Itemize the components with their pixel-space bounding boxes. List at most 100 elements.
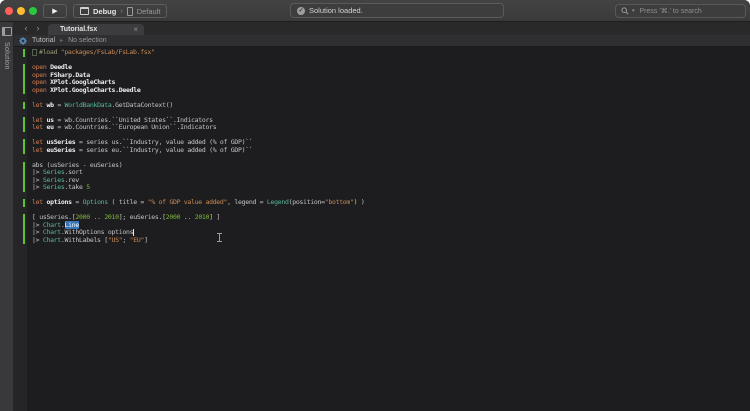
search-placeholder: Press '⌘.' to search — [640, 7, 702, 15]
zoom-window-button[interactable] — [29, 7, 37, 15]
change-bar — [23, 147, 26, 155]
chevron-right-icon: › — [120, 8, 122, 15]
gutter-cell — [14, 79, 27, 87]
change-bar — [23, 72, 26, 80]
change-bar — [23, 87, 26, 95]
code-line[interactable]: open XPlot.GoogleCharts.Deedle — [14, 87, 750, 95]
gutter-cell — [14, 192, 27, 200]
change-bar — [23, 162, 26, 170]
nav-forward-icon[interactable]: › — [32, 24, 44, 33]
play-icon: ▶ — [52, 8, 57, 15]
change-bar — [23, 199, 26, 207]
code-line[interactable]: |> Chart.WithLabels ["US"; "EU"] — [14, 237, 750, 245]
code-line[interactable]: |> Series.take 5 — [14, 184, 750, 192]
gutter-cell — [14, 147, 27, 155]
fold-marker-icon[interactable] — [32, 49, 37, 56]
code-line[interactable] — [14, 57, 750, 65]
code-line[interactable]: #load "packages/FsLab/FsLab.fsx" — [14, 49, 750, 57]
breadcrumb-item-document[interactable]: Tutorial — [32, 37, 55, 44]
search-icon — [621, 7, 629, 15]
change-bar — [23, 229, 26, 237]
change-bar — [23, 184, 26, 192]
code-editor[interactable]: #load "packages/FsLab/FsLab.fsx" open Dee… — [14, 47, 750, 411]
tab-bar: ‹ › Tutorial.fsx × — [14, 22, 750, 35]
close-window-button[interactable] — [5, 7, 13, 15]
code-line[interactable]: let euSeries = series eu.``Industry, val… — [14, 147, 750, 155]
status-check-icon: ✓ — [297, 7, 305, 15]
gutter-cell — [14, 87, 27, 95]
solution-pad-icon[interactable] — [2, 27, 12, 36]
code-line[interactable]: |> Series.sort — [14, 169, 750, 177]
gutter-cell — [14, 154, 27, 162]
change-bar — [23, 222, 26, 230]
code-line[interactable]: [ usSeries.[2000 .. 2010]; euSeries.[200… — [14, 214, 750, 222]
gutter-cell — [14, 72, 27, 80]
status-text: Solution loaded. — [309, 6, 363, 15]
search-scope-caret-icon: ▾ — [632, 8, 635, 14]
run-button[interactable]: ▶ — [43, 4, 67, 18]
gutter-cell — [14, 184, 27, 192]
gutter-cell — [14, 132, 27, 140]
code-line[interactable]: abs (usSeries - euSeries) — [14, 162, 750, 170]
change-bar — [23, 177, 26, 185]
gutter-cell — [14, 64, 27, 72]
gutter-cell — [14, 169, 27, 177]
configuration-selector[interactable]: Debug › Default — [73, 4, 167, 18]
gutter-cell — [14, 49, 27, 57]
code-line[interactable]: let wb = WorldBankData.GetDataContext() — [14, 102, 750, 110]
gutter-cell — [14, 177, 27, 185]
document-gear-icon — [19, 37, 27, 45]
config-device-label: Default — [137, 7, 161, 16]
toolbar: ▶ Debug › Default ✓ Solution loaded. ▾ P… — [0, 0, 750, 22]
gutter-cell — [14, 162, 27, 170]
change-bar — [23, 139, 26, 147]
dock-strip: Solution — [0, 22, 14, 411]
mouse-ibeam-cursor — [217, 233, 222, 242]
code-line[interactable]: open Deedle — [14, 64, 750, 72]
code-line[interactable]: let options = Options ( title = "% of GD… — [14, 199, 750, 207]
change-bar — [23, 102, 26, 110]
breadcrumb-item-selection[interactable]: No selection — [68, 37, 107, 44]
gutter-cell — [14, 102, 27, 110]
debug-target-icon — [80, 7, 89, 15]
gutter-cell — [14, 57, 27, 65]
solution-pad-label[interactable]: Solution — [3, 42, 10, 70]
minimize-window-button[interactable] — [17, 7, 25, 15]
gutter-cell — [14, 94, 27, 102]
change-bar — [23, 64, 26, 72]
change-bar — [23, 124, 26, 132]
change-bar — [23, 79, 26, 87]
change-bar — [23, 117, 26, 125]
tab-tutorial[interactable]: Tutorial.fsx × — [48, 24, 144, 35]
close-icon[interactable]: × — [133, 26, 138, 34]
gutter-cell — [14, 222, 27, 230]
breadcrumb: Tutorial ▸ No selection — [14, 35, 750, 47]
gutter-cell — [14, 109, 27, 117]
main-area: Solution ‹ › Tutorial.fsx × — [0, 22, 750, 411]
gutter-cell — [14, 124, 27, 132]
editor-column: ‹ › Tutorial.fsx × — [14, 22, 750, 411]
code-line[interactable]: let eu = wb.Countries.``European Union``… — [14, 124, 750, 132]
code-line[interactable]: open FSharp.Data — [14, 72, 750, 80]
config-debug-label: Debug — [93, 7, 116, 16]
status-bar: ✓ Solution loaded. — [290, 3, 504, 18]
change-bar — [23, 214, 26, 222]
gutter-cell — [14, 117, 27, 125]
window-controls — [5, 7, 37, 15]
gutter-cell — [14, 214, 27, 222]
breadcrumb-separator-icon: ▸ — [60, 37, 63, 44]
device-icon — [127, 7, 133, 16]
gutter-cell — [14, 237, 27, 245]
change-bar — [23, 169, 26, 177]
nav-back-icon[interactable]: ‹ — [20, 24, 32, 33]
gutter-cell — [14, 207, 27, 215]
gutter-cell — [14, 139, 27, 147]
code-line[interactable]: |> Series.rev — [14, 177, 750, 185]
app-window: ▶ Debug › Default ✓ Solution loaded. ▾ P… — [0, 0, 750, 411]
code-lines[interactable]: #load "packages/FsLab/FsLab.fsx" open Dee… — [14, 47, 750, 244]
code-line[interactable] — [14, 154, 750, 162]
gutter-cell — [14, 229, 27, 237]
tab-label: Tutorial.fsx — [60, 26, 125, 33]
change-bar — [23, 49, 26, 57]
search-field[interactable]: ▾ Press '⌘.' to search — [615, 4, 746, 18]
